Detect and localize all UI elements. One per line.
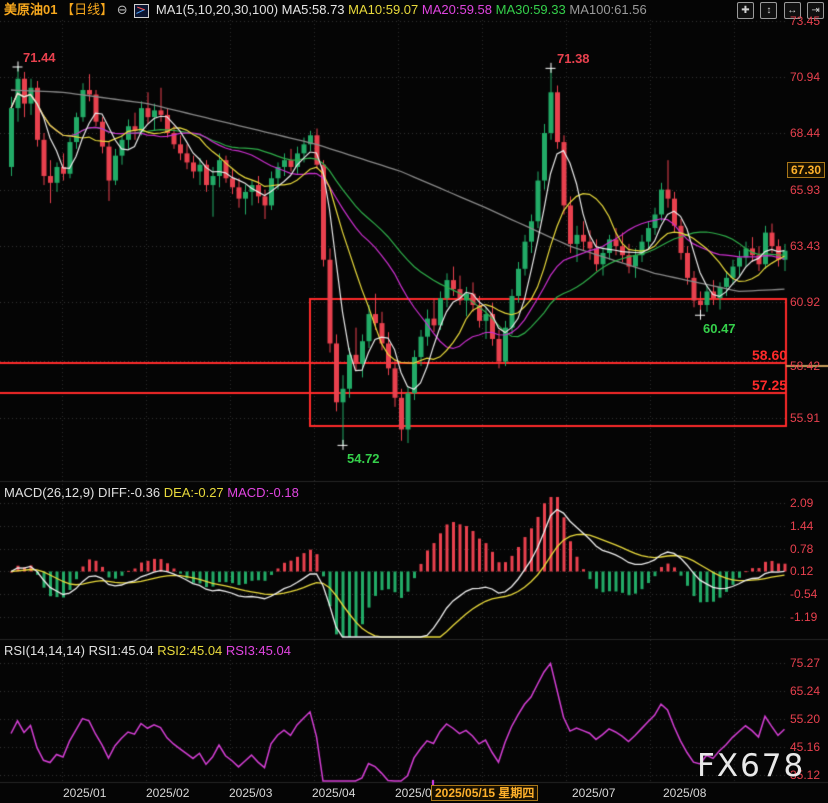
ma100-value: MA100:61.56 (569, 2, 646, 17)
level-label-2[interactable]: 57.25 (752, 377, 787, 393)
macd-axis-label: 2.09 (790, 496, 813, 510)
ma20-value: MA20:59.58 (422, 2, 492, 17)
macd-axis-label: -1.19 (790, 610, 817, 624)
time-label: 2025/04 (312, 786, 355, 800)
y-axis-label: 65.93 (790, 183, 820, 197)
time-label: 2025/07 (572, 786, 615, 800)
ma10-value: MA10:59.07 (348, 2, 418, 17)
y-axis-label: 73.45 (790, 14, 820, 28)
y-axis-label: 55.91 (790, 411, 820, 425)
y-axis-label: 58.42 (790, 359, 820, 373)
ma5-value: MA5:58.73 (282, 2, 345, 17)
y-axis-label: 68.44 (790, 126, 820, 140)
rsi1-value: RSI1:45.04 (89, 643, 154, 658)
time-label: 2025/05 (395, 786, 432, 800)
watermark: FX678 (697, 748, 805, 784)
period-selector[interactable]: 【日线】 (61, 2, 113, 17)
macd-dea-value: DEA:-0.27 (164, 485, 224, 500)
rsi-title[interactable]: RSI(14,14,14) (4, 643, 85, 658)
chart-app: 美原油01 【日线】 ⊖ MA1(5,10,20,30,100) MA5:58.… (0, 0, 828, 803)
time-label: 2025/08 (663, 786, 706, 800)
ma-settings-label: MA1(5,10,20,30,100) (156, 2, 278, 17)
macd-axis-label: -0.54 (790, 587, 817, 601)
crosshair-date-highlight: 2025/05/15 星期四 (431, 785, 538, 801)
rsi-axis-label: 55.20 (790, 712, 820, 726)
level-label-1[interactable]: 58.60 (752, 347, 787, 363)
macd-axis-label: 0.78 (790, 542, 813, 556)
macd-diff-value: DIFF:-0.36 (98, 485, 160, 500)
high-annotation-1: 71.44 (23, 50, 56, 65)
pan-icon[interactable]: ✚ (737, 2, 754, 19)
rsi3-value: RSI3:45.04 (226, 643, 291, 658)
low-annotation-2: 60.47 (703, 321, 736, 336)
y-axis-label: 63.43 (790, 239, 820, 253)
last-price-highlight: 67.30 (787, 162, 825, 178)
y-axis-label: 60.92 (790, 295, 820, 309)
time-label: 2025/03 (229, 786, 272, 800)
chart-header: 美原油01 【日线】 ⊖ MA1(5,10,20,30,100) MA5:58.… (4, 2, 647, 18)
collapse-icon[interactable]: ⊖ (117, 2, 128, 17)
time-label: 2025/01 (63, 786, 106, 800)
rsi-axis-label: 75.27 (790, 656, 820, 670)
macd-axis-label: 0.12 (790, 564, 813, 578)
macd-header: MACD(26,12,9) DIFF:-0.36 DEA:-0.27 MACD:… (4, 485, 299, 501)
symbol-name[interactable]: 美原油01 (4, 2, 57, 17)
ma30-value: MA30:59.33 (496, 2, 566, 17)
y-axis-label: 70.94 (790, 70, 820, 84)
high-annotation-2: 71.38 (557, 51, 590, 66)
low-annotation-1: 54.72 (347, 451, 380, 466)
rsi-header: RSI(14,14,14) RSI1:45.04 RSI2:45.04 RSI3… (4, 643, 291, 659)
macd-title[interactable]: MACD(26,12,9) (4, 485, 94, 500)
macd-macd-value: MACD:-0.18 (227, 485, 299, 500)
macd-axis-label: 1.44 (790, 519, 813, 533)
time-label: 2025/02 (146, 786, 189, 800)
mini-chart-icon[interactable] (134, 4, 149, 18)
chart-canvas[interactable] (0, 0, 828, 803)
rsi-axis-label: 65.24 (790, 684, 820, 698)
rsi2-value: RSI2:45.04 (157, 643, 222, 658)
scale-y-icon[interactable]: ↕ (760, 2, 777, 19)
